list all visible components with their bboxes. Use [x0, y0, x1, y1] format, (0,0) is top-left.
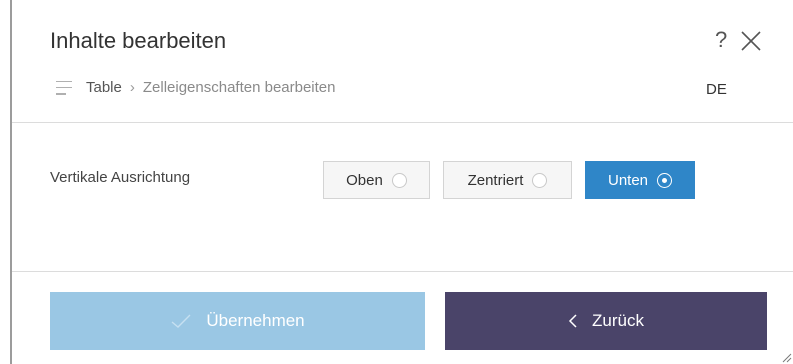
close-icon[interactable] — [740, 30, 762, 52]
breadcrumb-item-table[interactable]: Table — [86, 79, 122, 96]
option-label: Oben — [346, 171, 383, 189]
alignment-option-unten[interactable]: Unten — [585, 161, 695, 199]
alignment-option-oben[interactable]: Oben — [323, 161, 430, 199]
edit-content-dialog: Inhalte bearbeiten ? Table › Zelleigensc… — [0, 0, 793, 364]
language-selector[interactable]: DE — [706, 81, 727, 98]
option-label: Unten — [607, 171, 649, 189]
breadcrumb-separator: › — [129, 79, 135, 96]
apply-button-label: Übernehmen — [206, 311, 305, 330]
radio-selected-icon — [657, 172, 673, 188]
resize-grip-icon[interactable] — [780, 350, 792, 363]
radio-icon — [391, 172, 407, 188]
breadcrumb-current: Zelleigenschaften bearbeiten — [142, 79, 336, 96]
menu-lines-icon — [56, 80, 72, 95]
vertical-alignment-label: Vertikale Ausrichtung — [50, 169, 191, 186]
breadcrumb: Table › Zelleigenschaften bearbeiten — [56, 79, 336, 96]
back-button[interactable]: Zurück — [445, 292, 767, 350]
back-button-label: Zurück — [592, 311, 644, 330]
dialog-title: Inhalte bearbeiten — [50, 28, 227, 53]
apply-button[interactable]: Übernehmen — [50, 292, 425, 350]
cell-properties-form: Vertikale Ausrichtung Oben Zentriert Unt… — [12, 123, 793, 272]
radio-icon — [532, 172, 548, 188]
option-label: Zentriert — [467, 171, 524, 189]
alignment-option-zentriert[interactable]: Zentriert — [443, 161, 572, 199]
close-icon-graphic — [741, 31, 761, 51]
help-icon[interactable]: ? — [715, 29, 727, 51]
checkmark-icon — [170, 313, 192, 329]
chevron-left-icon — [568, 313, 578, 329]
dialog-header: Inhalte bearbeiten ? Table › Zelleigensc… — [12, 0, 793, 123]
